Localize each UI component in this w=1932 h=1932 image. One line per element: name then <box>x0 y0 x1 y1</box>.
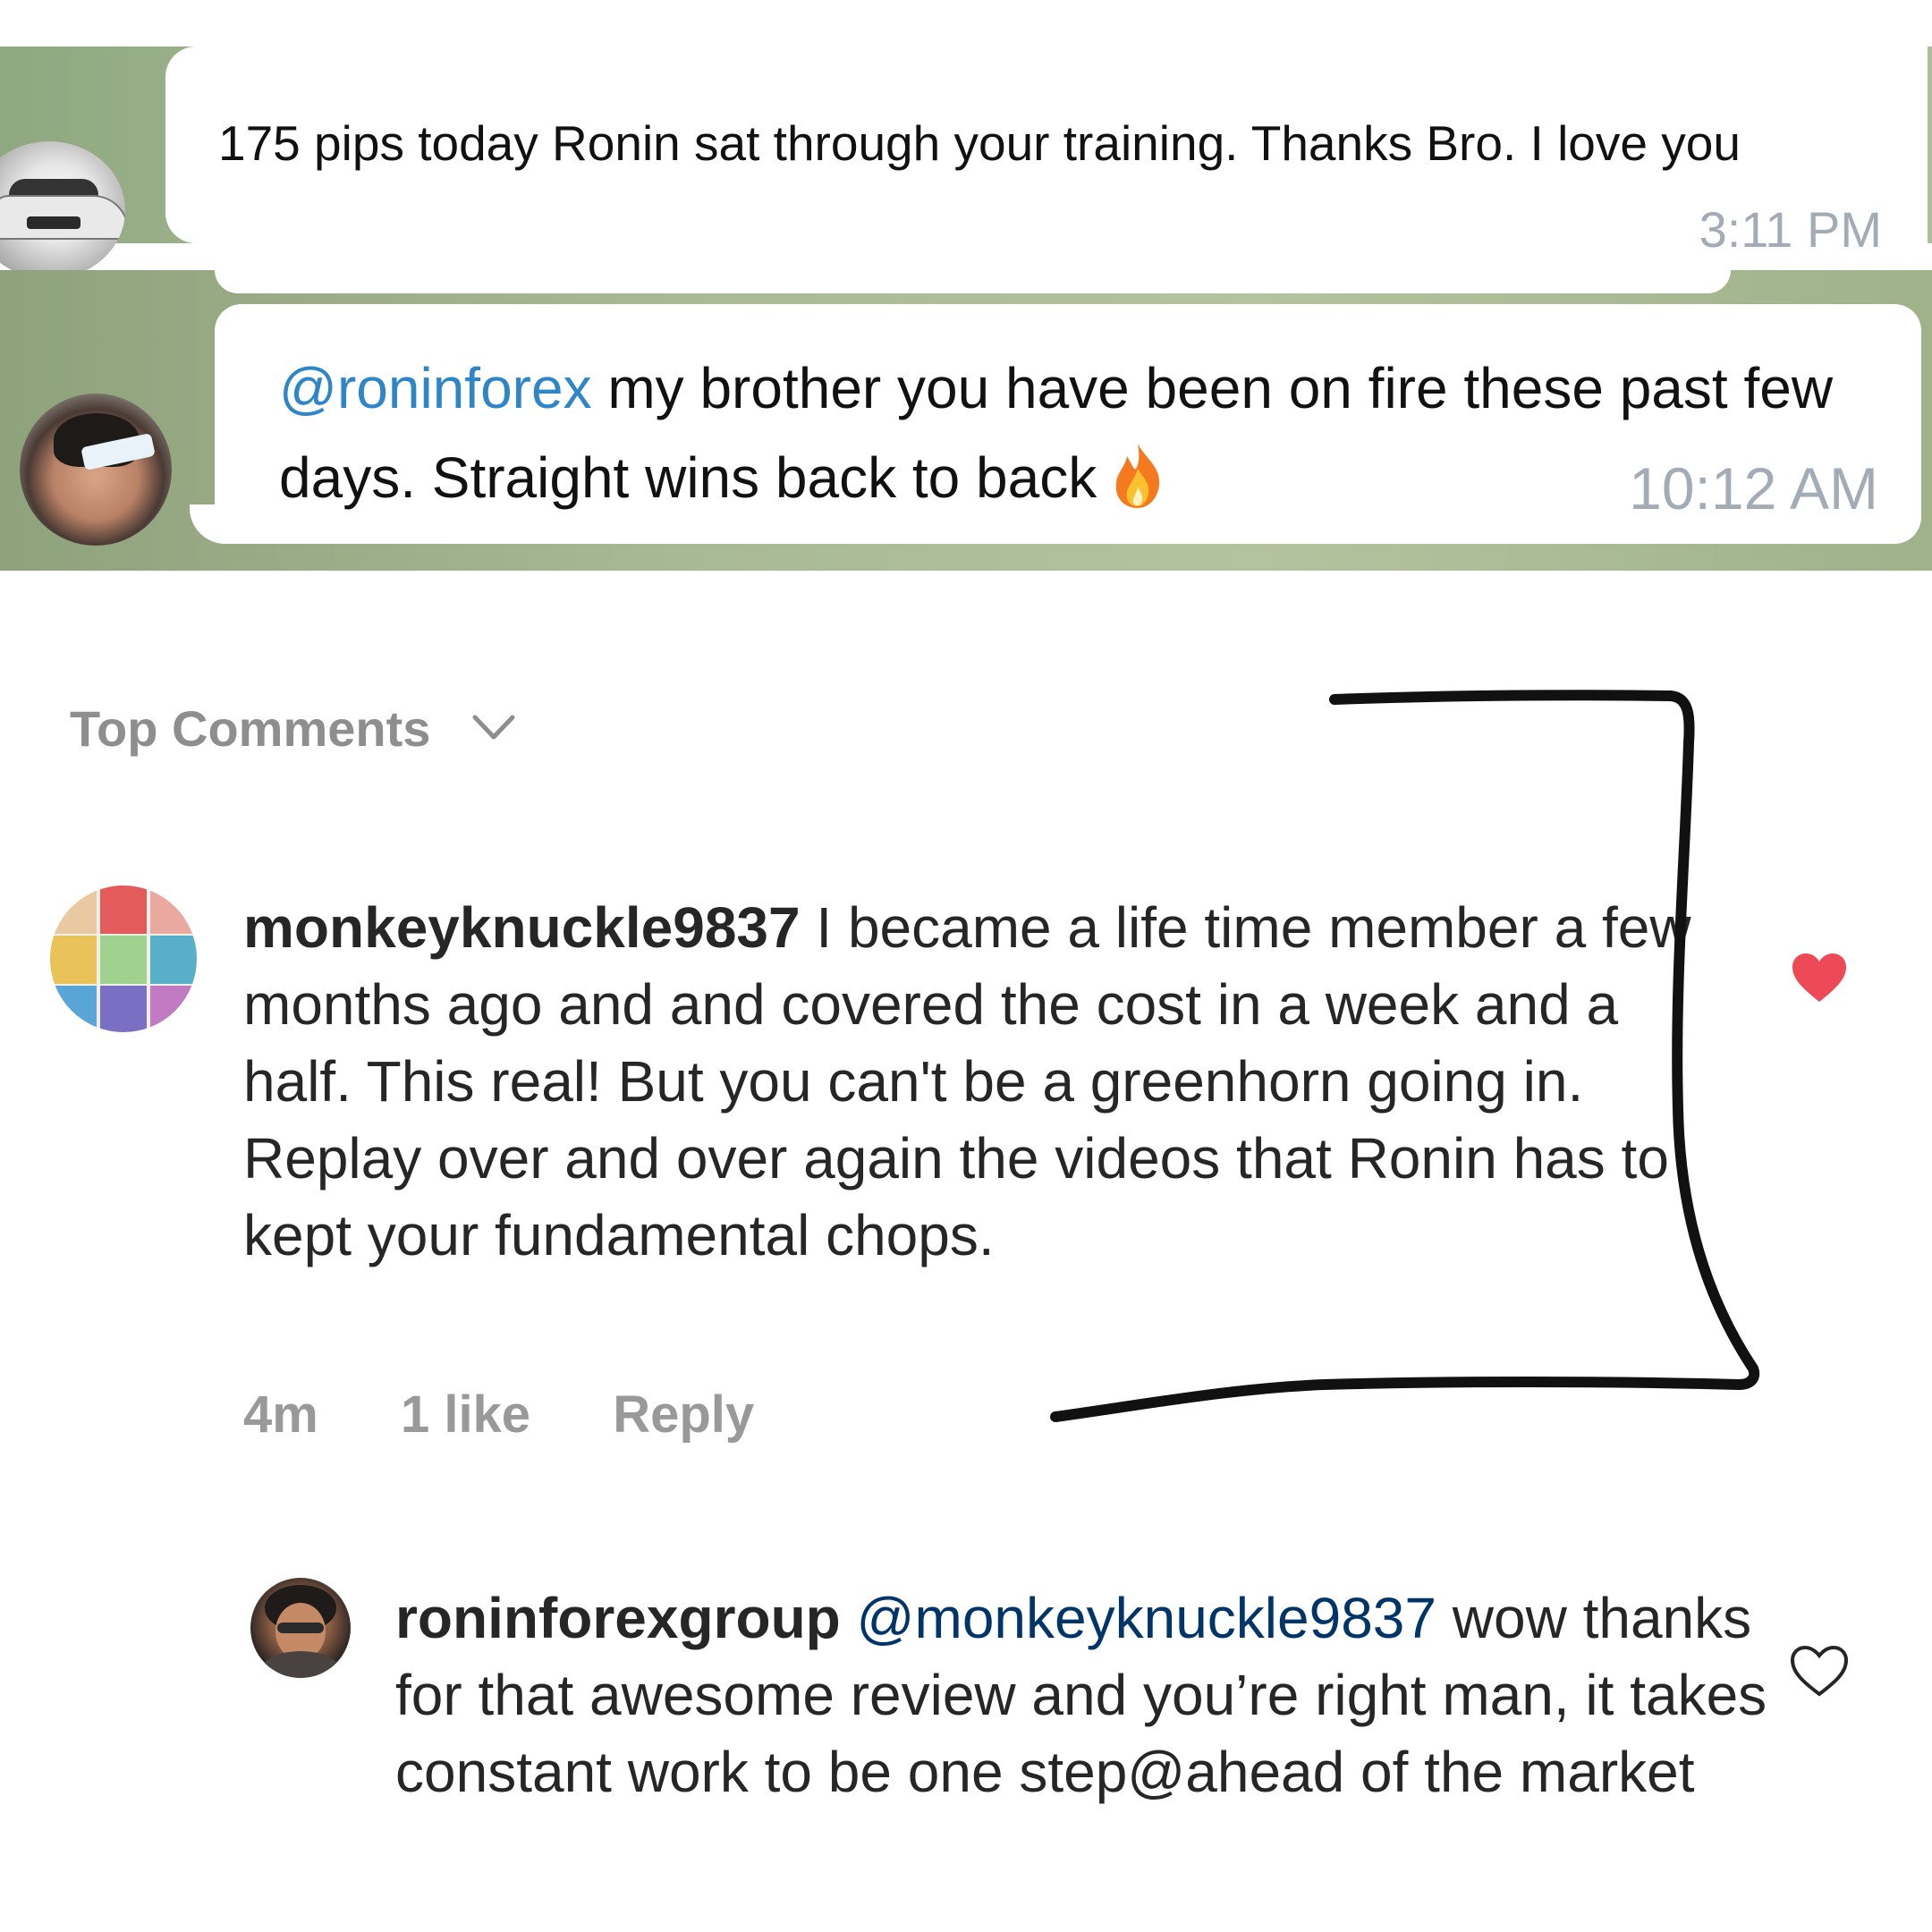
commenter-avatar[interactable] <box>50 886 197 1032</box>
top-comments-dropdown[interactable]: Top Comments <box>70 694 516 758</box>
sender-avatar-car[interactable] <box>0 141 125 279</box>
avatar-tile <box>50 936 97 984</box>
reply-button[interactable]: Reply <box>613 1385 754 1444</box>
like-heart-outline-icon[interactable] <box>1789 1644 1850 1698</box>
top-comments-label: Top Comments <box>70 700 431 757</box>
reply-author-avatar[interactable] <box>250 1578 351 1678</box>
comment-username[interactable]: monkeyknuckle9837 <box>243 895 801 960</box>
reply-text: roninforexgroup @monkeyknuckle9837 wow t… <box>395 1580 1773 1810</box>
avatar-tile <box>100 886 147 934</box>
chevron-down-icon <box>471 694 516 740</box>
message-timestamp: 10:12 AM <box>1629 455 1878 521</box>
avatar-tile <box>150 886 197 934</box>
telegram-panel-1: 175 pips today Ronin sat through your tr… <box>0 47 1932 279</box>
avatar-tile <box>100 986 147 1032</box>
reply-username[interactable]: roninforexgroup <box>395 1586 841 1650</box>
message-text: 175 pips today Ronin sat through your tr… <box>218 115 1741 171</box>
avatar-tile <box>150 986 197 1032</box>
telegram-panel-2: @roninforex my brother you have been on … <box>0 270 1932 571</box>
sender-avatar-person[interactable] <box>20 394 172 546</box>
message-text: @roninforex my brother you have been on … <box>279 343 1853 522</box>
like-heart-icon[interactable] <box>1791 952 1848 1004</box>
comment-text: monkeyknuckle9837 I became a life time m… <box>243 889 1710 1274</box>
avatar-tile <box>100 936 147 984</box>
previous-message-bubble <box>215 270 1731 293</box>
avatar-tile <box>50 886 97 934</box>
comment-meta: 4m 1 like Reply <box>243 1385 822 1445</box>
car-grille <box>27 216 80 229</box>
message-timestamp: 3:11 PM <box>1699 201 1882 258</box>
comment-likes-count[interactable]: 1 like <box>401 1385 530 1444</box>
avatar-tile <box>50 986 97 1032</box>
reply-mention[interactable]: @monkeyknuckle9837 <box>857 1586 1436 1650</box>
mention-link[interactable]: @roninforex <box>279 356 592 420</box>
comment-age: 4m <box>243 1385 318 1444</box>
fire-icon <box>1109 442 1166 510</box>
avatar-tile <box>150 936 197 984</box>
